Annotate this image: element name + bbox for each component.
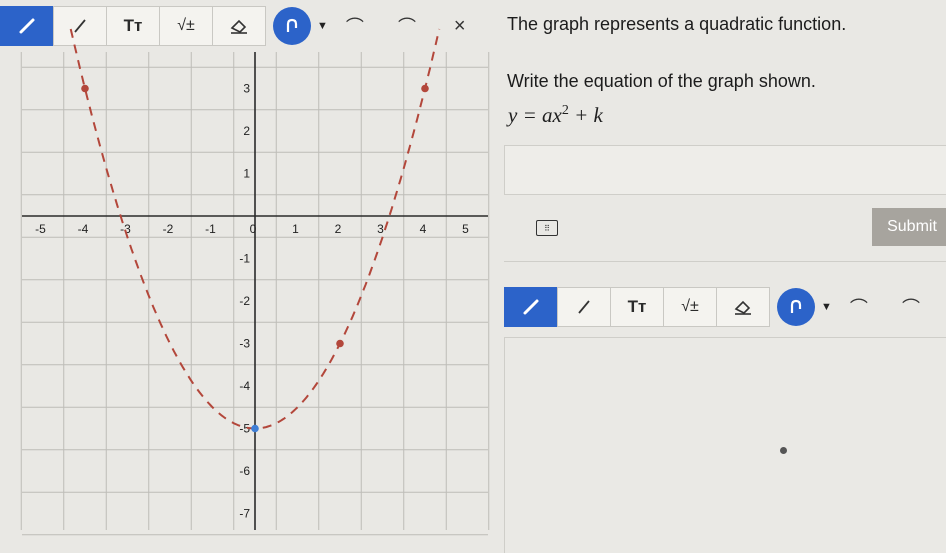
- graph-point: [421, 84, 429, 93]
- x-tick-label: 0: [250, 222, 257, 236]
- equation-template: y = ax2 + k: [508, 103, 603, 128]
- eraser-icon: [734, 300, 751, 315]
- graph-point: [81, 84, 89, 93]
- graph-axes: [22, 52, 488, 530]
- question-prompt: Write the equation of the graph shown.: [507, 71, 816, 91]
- bottom-toolbar: Tт √± ▼ ⌒ ⌒: [504, 287, 920, 327]
- x-tick-label: -5: [35, 222, 46, 236]
- x-tick-label: 3: [377, 222, 384, 236]
- drawing-canvas[interactable]: [504, 337, 946, 553]
- y-tick-label: 2: [243, 124, 250, 138]
- x-tick-label: 2: [335, 222, 342, 236]
- y-tick-label: -6: [239, 464, 250, 478]
- eraser-tool-button-2[interactable]: [716, 287, 770, 327]
- x-tick-label: -2: [163, 222, 174, 236]
- formula-base: y = ax: [508, 103, 562, 127]
- line-tool-button-2[interactable]: [557, 287, 611, 327]
- canvas-dot: [780, 447, 787, 454]
- x-tick-label: -4: [78, 222, 89, 236]
- keyboard-icon[interactable]: ⠿: [536, 220, 558, 236]
- undo-arc-icon[interactable]: ⌒: [850, 294, 868, 320]
- x-tick-label: 4: [420, 222, 427, 236]
- y-tick-label: -1: [239, 252, 250, 266]
- graph-point: [251, 424, 259, 433]
- coordinate-graph: -5 -4 -3 -2 -1 0 1 2 3 4 5321-1-2-3-4-5-6-7: [20, 28, 490, 536]
- math-tool-button-2[interactable]: √±: [663, 287, 717, 327]
- chevron-down-icon[interactable]: ▼: [821, 301, 832, 313]
- question-intro: The graph represents a quadratic functio…: [507, 14, 847, 34]
- formula-tail: + k: [568, 103, 603, 127]
- pencil-tool-button-2[interactable]: [504, 287, 558, 327]
- y-tick-label: 3: [243, 82, 250, 96]
- text-tool-button-2[interactable]: Tт: [610, 287, 664, 327]
- x-tick-label: 5: [462, 222, 469, 236]
- x-tick-label: -1: [205, 222, 216, 236]
- undo-icon: [790, 299, 802, 313]
- redo-arc-icon[interactable]: ⌒: [902, 294, 920, 320]
- x-tick-label: 1: [292, 222, 299, 236]
- y-tick-label: -2: [239, 294, 250, 308]
- undo-button-2[interactable]: [777, 288, 815, 326]
- y-tick-label: -4: [239, 379, 250, 393]
- y-tick-label: 1: [243, 167, 250, 181]
- y-tick-label: -7: [239, 507, 250, 521]
- answer-input[interactable]: [504, 145, 946, 195]
- formula-exponent: 2: [561, 103, 569, 118]
- submit-button[interactable]: Submit: [872, 208, 946, 246]
- pencil-icon: [523, 299, 539, 315]
- line-icon: [578, 300, 590, 314]
- y-tick-label: -3: [239, 337, 250, 351]
- graph-point: [336, 339, 344, 348]
- section-divider: [504, 261, 946, 262]
